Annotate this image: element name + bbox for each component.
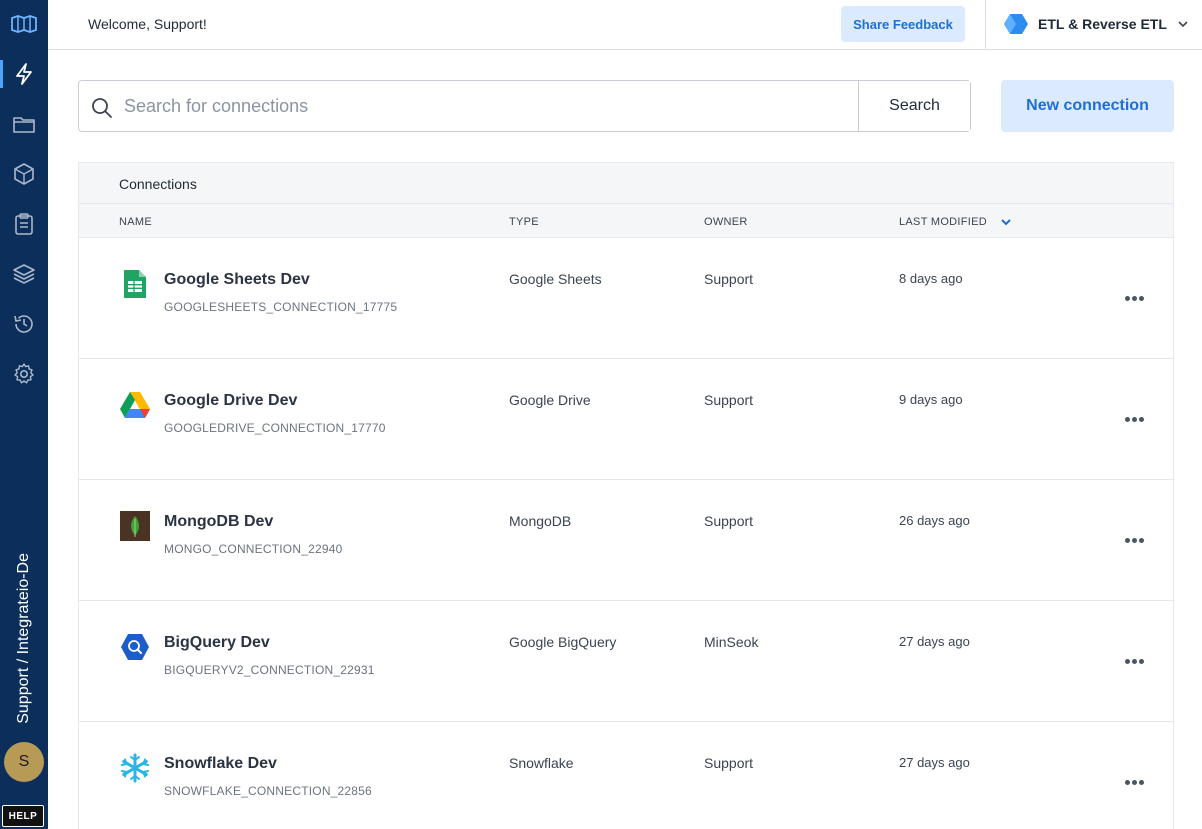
connection-owner: MinSeok bbox=[704, 634, 759, 650]
connection-last-modified: 27 days ago bbox=[899, 634, 970, 649]
google-drive-icon bbox=[119, 389, 151, 421]
package-icon bbox=[14, 163, 34, 185]
chevron-down-icon bbox=[1178, 21, 1188, 28]
share-feedback-button[interactable]: Share Feedback bbox=[841, 6, 965, 42]
connection-type: Google BigQuery bbox=[509, 634, 617, 650]
connection-id: SNOWFLAKE_CONNECTION_22856 bbox=[164, 784, 372, 798]
avatar-initial: S bbox=[18, 753, 30, 770]
table-title-bar: Connections bbox=[79, 163, 1173, 204]
sidebar-item-history[interactable] bbox=[0, 304, 48, 344]
sidebar-item-settings[interactable] bbox=[0, 354, 48, 394]
connection-id: GOOGLESHEETS_CONNECTION_17775 bbox=[164, 300, 398, 314]
gear-icon bbox=[14, 363, 34, 384]
connection-type: Google Sheets bbox=[509, 271, 602, 287]
column-header-name[interactable]: NAME bbox=[119, 216, 152, 228]
mongodb-icon bbox=[119, 510, 151, 542]
table-row[interactable]: Google Drive Dev GOOGLEDRIVE_CONNECTION_… bbox=[79, 359, 1173, 480]
workspace-path-label: Support / Integrateio-De bbox=[15, 553, 32, 724]
snowflake-icon bbox=[119, 752, 151, 784]
new-connection-button[interactable]: New connection bbox=[1001, 80, 1174, 132]
product-switcher-label: ETL & Reverse ETL bbox=[1038, 16, 1167, 32]
lightning-icon bbox=[16, 63, 32, 85]
sidebar-item-jobs[interactable] bbox=[0, 204, 48, 244]
connection-owner: Support bbox=[704, 392, 754, 408]
sidebar-item-layers[interactable] bbox=[0, 254, 48, 294]
connection-last-modified: 9 days ago bbox=[899, 392, 963, 407]
sidebar: Support / Integrateio-De S HELP bbox=[0, 0, 48, 829]
help-button[interactable]: HELP bbox=[2, 805, 44, 827]
connection-name[interactable]: Snowflake Dev bbox=[164, 755, 277, 773]
top-bar: Welcome, Support! Share Feedback ETL & R… bbox=[48, 0, 1202, 50]
bigquery-icon bbox=[119, 631, 151, 663]
help-label: HELP bbox=[8, 810, 38, 822]
row-actions-menu-icon[interactable] bbox=[1119, 772, 1149, 792]
folder-icon bbox=[13, 117, 35, 133]
top-divider bbox=[985, 0, 986, 49]
table-row[interactable]: Snowflake Dev SNOWFLAKE_CONNECTION_22856… bbox=[79, 722, 1173, 829]
workspace-path[interactable]: Support / Integrateio-De bbox=[6, 524, 42, 724]
table-title: Connections bbox=[119, 176, 197, 192]
layers-icon bbox=[13, 264, 35, 284]
column-header-type[interactable]: TYPE bbox=[509, 216, 539, 228]
table-row[interactable]: BigQuery Dev BIGQUERYV2_CONNECTION_22931… bbox=[79, 601, 1173, 722]
product-switcher[interactable]: ETL & Reverse ETL bbox=[1004, 10, 1189, 38]
connection-id: BIGQUERYV2_CONNECTION_22931 bbox=[164, 663, 375, 677]
sidebar-item-components[interactable] bbox=[0, 154, 48, 194]
product-logo-icon bbox=[1004, 14, 1028, 34]
search-button[interactable]: Search bbox=[858, 81, 970, 131]
table-header: NAME TYPE OWNER LAST MODIFIED bbox=[79, 204, 1173, 238]
column-header-last-modified[interactable]: LAST MODIFIED bbox=[899, 216, 987, 228]
connection-type: Snowflake bbox=[509, 755, 574, 771]
column-header-owner[interactable]: OWNER bbox=[704, 216, 748, 228]
app-logo-icon[interactable] bbox=[0, 0, 48, 48]
connection-last-modified: 8 days ago bbox=[899, 271, 963, 286]
sidebar-item-folders[interactable] bbox=[0, 104, 48, 144]
connection-name[interactable]: BigQuery Dev bbox=[164, 634, 270, 652]
row-actions-menu-icon[interactable] bbox=[1119, 530, 1149, 550]
connection-owner: Support bbox=[704, 513, 754, 529]
connection-type: MongoDB bbox=[509, 513, 572, 529]
connections-table: Connections NAME TYPE OWNER LAST MODIFIE… bbox=[78, 162, 1174, 829]
row-actions-menu-icon[interactable] bbox=[1119, 409, 1149, 429]
connection-last-modified: 26 days ago bbox=[899, 513, 970, 528]
row-actions-menu-icon[interactable] bbox=[1119, 288, 1149, 308]
table-row[interactable]: MongoDB Dev MONGO_CONNECTION_22940 Mongo… bbox=[79, 480, 1173, 601]
connection-id: MONGO_CONNECTION_22940 bbox=[164, 542, 343, 556]
table-row[interactable]: Google Sheets Dev GOOGLESHEETS_CONNECTIO… bbox=[79, 238, 1173, 359]
sort-desc-icon[interactable] bbox=[1000, 216, 1012, 228]
history-icon bbox=[14, 315, 33, 333]
connection-last-modified: 27 days ago bbox=[899, 755, 970, 770]
clipboard-icon bbox=[15, 213, 33, 235]
connection-name[interactable]: Google Sheets Dev bbox=[164, 271, 310, 289]
connection-name[interactable]: Google Drive Dev bbox=[164, 392, 297, 410]
connection-name[interactable]: MongoDB Dev bbox=[164, 513, 273, 531]
row-actions-menu-icon[interactable] bbox=[1119, 651, 1149, 671]
search-input[interactable] bbox=[124, 82, 854, 130]
connection-owner: Support bbox=[704, 755, 754, 771]
connection-id: GOOGLEDRIVE_CONNECTION_17770 bbox=[164, 421, 386, 435]
google-sheets-icon bbox=[119, 268, 151, 300]
avatar[interactable]: S bbox=[4, 742, 44, 782]
sidebar-item-packages[interactable] bbox=[0, 54, 48, 94]
search-bar: Search bbox=[78, 80, 971, 132]
search-icon bbox=[92, 98, 112, 118]
connection-type: Google Drive bbox=[509, 392, 591, 408]
welcome-message: Welcome, Support! bbox=[88, 16, 207, 32]
connection-owner: Support bbox=[704, 271, 754, 287]
